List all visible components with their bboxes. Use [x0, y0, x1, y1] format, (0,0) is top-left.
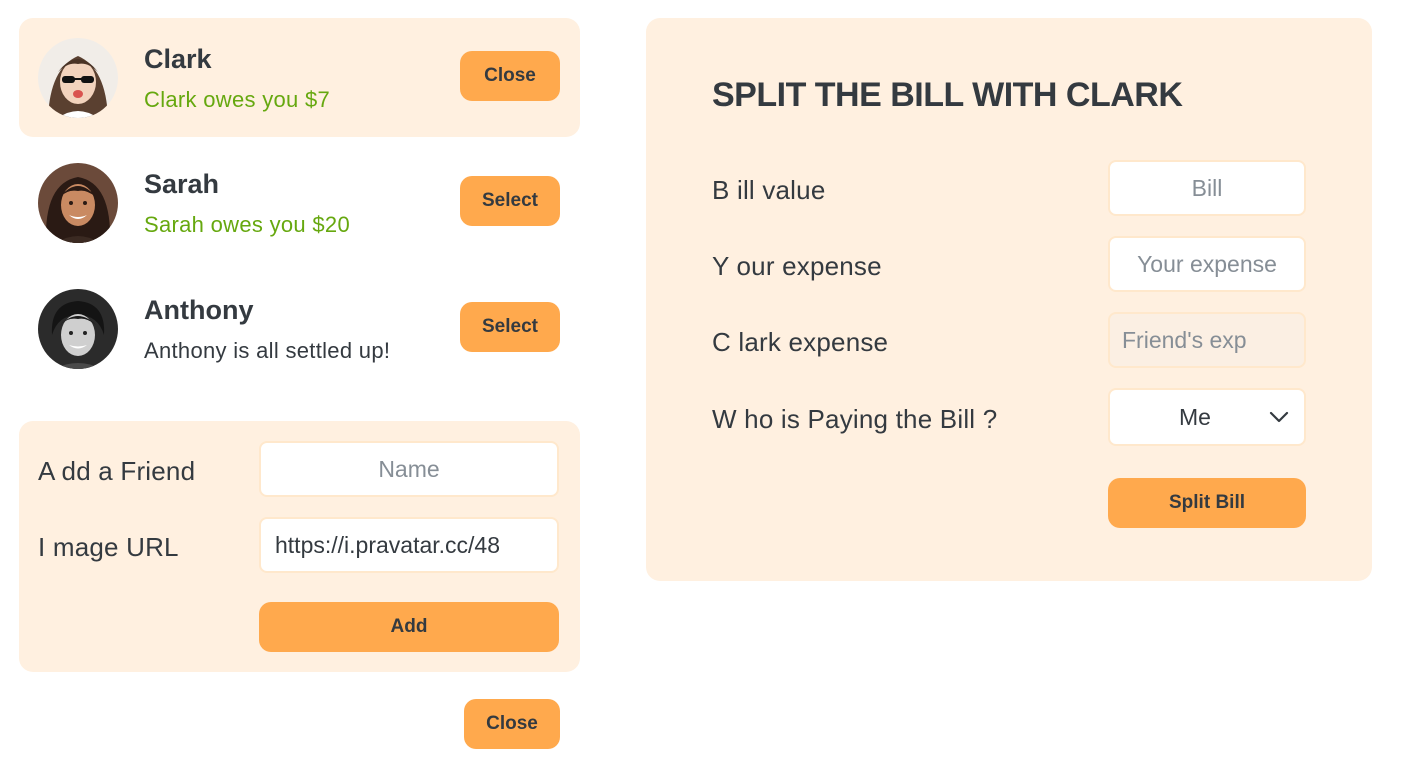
- bill-value-label: B ill value: [712, 175, 826, 205]
- split-bill-title: SPLIT THE BILL WITH CLARK: [712, 76, 1183, 114]
- friend-name: Sarah: [144, 169, 220, 199]
- avatar-clark: [38, 38, 118, 118]
- add-friend-form: A dd a Friend Name I mage URL https://i.…: [19, 421, 580, 672]
- friend-balance: Anthony is all settled up!: [144, 338, 391, 363]
- your-expense-label: Y our expense: [712, 251, 882, 281]
- friend-expense-label: C lark expense: [712, 327, 889, 357]
- friend-balance: Clark owes you $7: [144, 87, 331, 112]
- friend-name-label: A dd a Friend: [38, 456, 196, 486]
- friend-name: Anthony: [144, 295, 254, 325]
- avatar-anthony: [38, 289, 118, 369]
- split-bill-button[interactable]: Split Bill: [1108, 478, 1306, 528]
- friend-expense-input: Friend's exp: [1108, 312, 1306, 368]
- select-friend-button[interactable]: Select: [460, 176, 560, 226]
- avatar-sarah: [38, 163, 118, 243]
- close-friend-button[interactable]: Close: [460, 51, 560, 101]
- friend-item-anthony: Anthony Anthony is all settled up! Selec…: [19, 269, 580, 388]
- friend-item-sarah: Sarah Sarah owes you $20 Select: [19, 143, 580, 262]
- select-friend-button[interactable]: Select: [460, 302, 560, 352]
- friend-balance: Sarah owes you $20: [144, 212, 350, 237]
- payer-label: W ho is Paying the Bill ?: [712, 404, 998, 434]
- your-expense-input[interactable]: Your expense: [1108, 236, 1306, 292]
- bill-value-input[interactable]: Bill: [1108, 160, 1306, 216]
- payer-select[interactable]: Me: [1108, 388, 1306, 446]
- payer-select-value: Me: [1179, 403, 1211, 430]
- chevron-down-icon: [1269, 411, 1289, 423]
- image-url-input[interactable]: https://i.pravatar.cc/48: [259, 517, 559, 573]
- split-bill-form: SPLIT THE BILL WITH CLARK B ill value Bi…: [646, 18, 1372, 581]
- friend-item-clark: Clark Clark owes you $7 Close: [19, 18, 580, 137]
- image-url-label: I mage URL: [38, 532, 179, 562]
- friend-name-input[interactable]: Name: [259, 441, 559, 497]
- add-friend-button[interactable]: Add: [259, 602, 559, 652]
- friend-name: Clark: [144, 44, 212, 74]
- close-add-form-button[interactable]: Close: [464, 699, 560, 749]
